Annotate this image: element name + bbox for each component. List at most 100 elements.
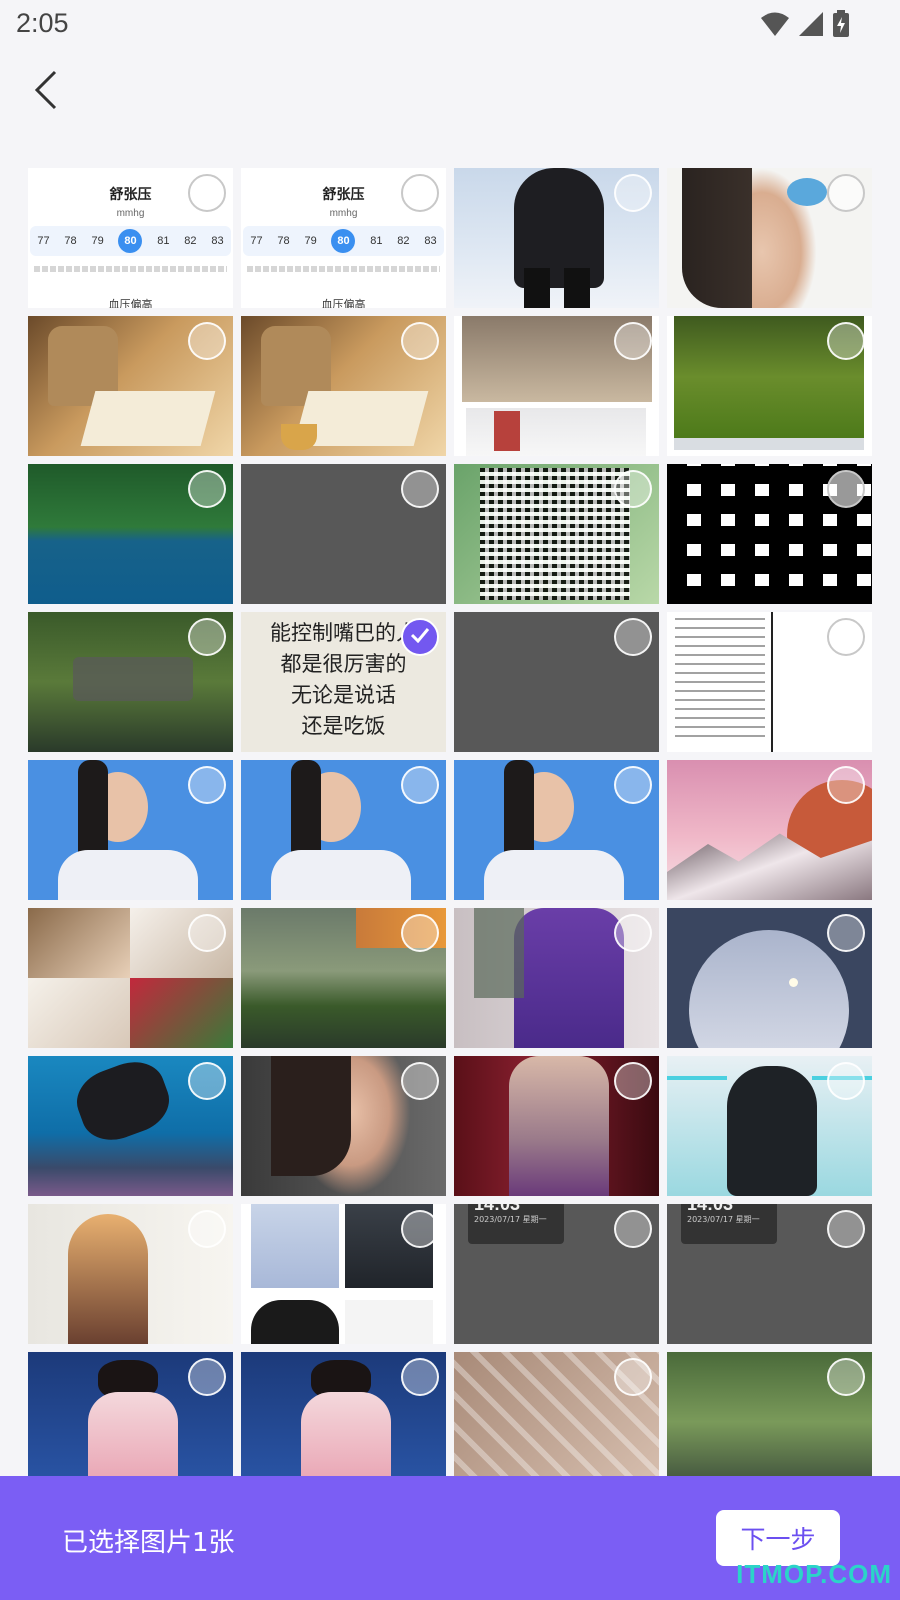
bp-scale-value: 77 (250, 235, 263, 247)
select-circle[interactable] (614, 914, 652, 952)
bp-footer: 血压偏高 (321, 299, 366, 308)
selected-count-text: 已选择图片1张 (62, 1528, 235, 1558)
select-circle-checked[interactable] (401, 618, 439, 656)
select-circle[interactable] (827, 322, 865, 360)
select-circle[interactable] (614, 1062, 652, 1100)
select-circle[interactable] (188, 1210, 226, 1248)
select-circle[interactable] (188, 322, 226, 360)
bp-scale-value: 81 (370, 235, 383, 247)
photo-thumb[interactable] (28, 316, 233, 456)
photo-thumb[interactable] (241, 908, 446, 1048)
bp-scale-value: 78 (277, 235, 290, 247)
photo-thumb[interactable]: 舒张压 mmhg 77 78 79 80 81 82 83 血压偏高 (241, 168, 446, 308)
select-circle[interactable] (188, 914, 226, 952)
photo-thumb[interactable] (454, 1056, 659, 1196)
photo-thumb[interactable] (241, 316, 446, 456)
select-circle[interactable] (614, 1358, 652, 1396)
back-button[interactable] (24, 68, 68, 116)
bp-note (247, 266, 440, 272)
select-circle[interactable] (827, 1062, 865, 1100)
photo-thumb[interactable] (667, 760, 872, 900)
photo-thumb[interactable]: 14:03 2023/07/17 星期一 (667, 1204, 872, 1344)
photo-thumb[interactable] (667, 908, 872, 1048)
select-circle[interactable] (401, 174, 439, 212)
photo-thumb-selected[interactable]: 能控制嘴巴的人 都是很厉害的 无论是说话 还是吃饭 (241, 612, 446, 752)
battery-charging-icon (832, 10, 850, 42)
select-circle[interactable] (827, 174, 865, 212)
photo-thumb[interactable] (667, 168, 872, 308)
overlay-date: 2023/07/17 星期一 (687, 1215, 760, 1224)
select-circle[interactable] (188, 174, 226, 212)
photo-thumb[interactable] (241, 1352, 446, 1476)
photo-thumb[interactable] (28, 612, 233, 752)
photo-thumb[interactable] (667, 464, 872, 604)
select-circle[interactable] (827, 1358, 865, 1396)
photo-thumb[interactable] (241, 760, 446, 900)
bp-scale-value-selected: 80 (331, 229, 356, 253)
photo-thumb[interactable] (28, 1056, 233, 1196)
select-circle[interactable] (614, 766, 652, 804)
photo-thumb[interactable] (28, 464, 233, 604)
select-circle[interactable] (827, 618, 865, 656)
photo-thumb[interactable] (667, 1352, 872, 1476)
photo-thumb[interactable] (454, 464, 659, 604)
photo-thumb[interactable] (28, 1352, 233, 1476)
check-icon (410, 627, 430, 647)
select-circle[interactable] (827, 766, 865, 804)
bp-scale: 77 78 79 80 81 82 83 (243, 226, 444, 256)
select-circle[interactable] (401, 322, 439, 360)
select-circle[interactable] (827, 1210, 865, 1248)
bp-scale-value: 83 (424, 235, 437, 247)
select-circle[interactable] (401, 1358, 439, 1396)
cell-signal-icon (798, 11, 824, 41)
photo-thumb[interactable] (454, 1352, 659, 1476)
top-bar (0, 60, 900, 130)
bp-scale: 77 78 79 80 81 82 83 (30, 226, 231, 256)
select-circle[interactable] (827, 914, 865, 952)
select-circle[interactable] (401, 766, 439, 804)
select-circle[interactable] (614, 174, 652, 212)
select-circle[interactable] (401, 470, 439, 508)
photo-thumb[interactable] (454, 612, 659, 752)
photo-thumb[interactable] (241, 1056, 446, 1196)
photo-thumb[interactable] (454, 760, 659, 900)
select-circle[interactable] (188, 1062, 226, 1100)
select-circle[interactable] (188, 766, 226, 804)
photo-thumb[interactable] (454, 908, 659, 1048)
select-circle[interactable] (614, 470, 652, 508)
photo-thumb[interactable] (241, 464, 446, 604)
bp-note (34, 266, 227, 272)
select-circle[interactable] (401, 1210, 439, 1248)
photo-thumb[interactable] (241, 1204, 446, 1344)
select-circle[interactable] (614, 618, 652, 656)
select-circle[interactable] (188, 1358, 226, 1396)
wifi-icon (760, 11, 790, 41)
photo-thumb[interactable] (667, 1056, 872, 1196)
photo-grid: 舒张压 mmhg 77 78 79 80 81 82 83 血压偏高 舒张压 m… (0, 168, 900, 1476)
overlay-date: 2023/07/17 星期一 (474, 1215, 547, 1224)
bp-scale-value-selected: 80 (118, 229, 143, 253)
photo-thumb[interactable] (667, 612, 872, 752)
handwriting-line: 还是吃饭 (301, 714, 386, 738)
status-icons (760, 10, 850, 42)
photo-thumb[interactable]: 14:03 2023/07/17 星期一 (454, 1204, 659, 1344)
photo-thumb[interactable] (28, 908, 233, 1048)
next-step-button[interactable]: 下一步 (716, 1510, 840, 1566)
chevron-left-icon (32, 70, 60, 114)
photo-thumb[interactable] (667, 316, 872, 456)
select-circle[interactable] (614, 322, 652, 360)
select-circle[interactable] (401, 1062, 439, 1100)
select-circle[interactable] (188, 618, 226, 656)
bp-scale-value: 82 (184, 235, 197, 247)
select-circle[interactable] (827, 470, 865, 508)
photo-thumb[interactable] (454, 168, 659, 308)
photo-thumb[interactable] (454, 316, 659, 456)
select-circle[interactable] (401, 914, 439, 952)
status-bar: 2:05 (0, 0, 900, 50)
photo-thumb[interactable] (28, 1204, 233, 1344)
bp-scale-value: 83 (211, 235, 224, 247)
select-circle[interactable] (188, 470, 226, 508)
select-circle[interactable] (614, 1210, 652, 1248)
photo-thumb[interactable] (28, 760, 233, 900)
photo-thumb[interactable]: 舒张压 mmhg 77 78 79 80 81 82 83 血压偏高 (28, 168, 233, 308)
